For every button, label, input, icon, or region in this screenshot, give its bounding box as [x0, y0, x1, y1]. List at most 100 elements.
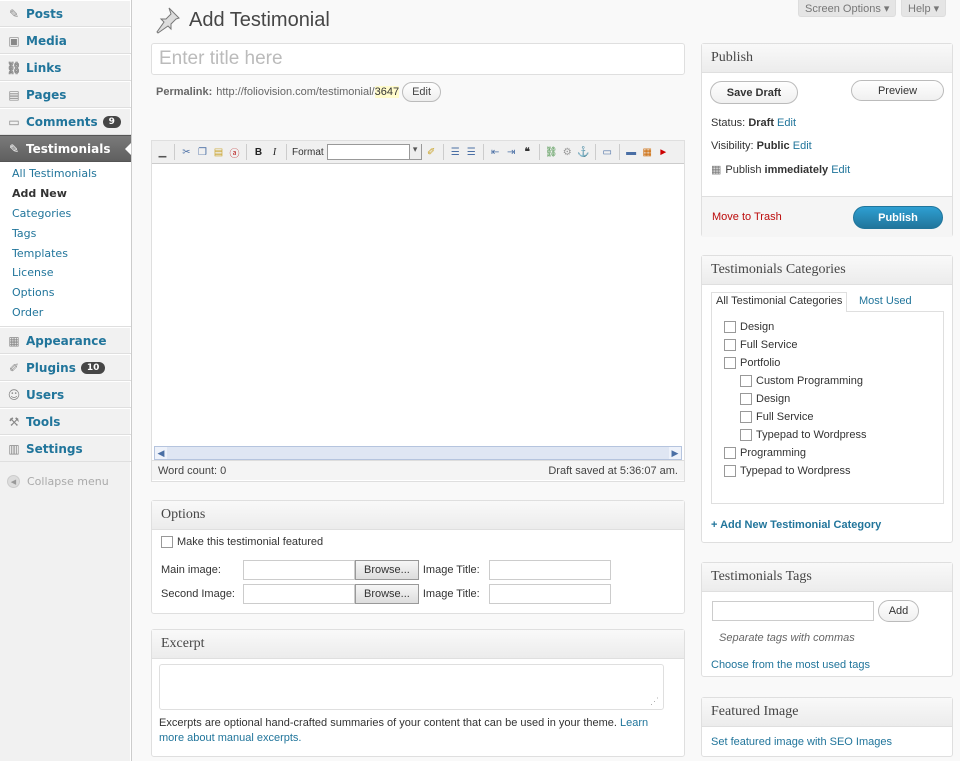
- link-icon[interactable]: ⛓: [545, 146, 558, 159]
- category-checkbox[interactable]: [740, 429, 752, 441]
- tab-all-categories[interactable]: All Testimonial Categories: [711, 292, 848, 312]
- cut-icon[interactable]: ✂: [180, 146, 193, 159]
- collapse-menu-label: Collapse menu: [27, 475, 109, 489]
- category-label: Design: [756, 393, 791, 405]
- sidebar-item-media[interactable]: ▣ Media: [0, 27, 131, 54]
- main-image-browse-button[interactable]: Browse...: [355, 560, 419, 580]
- category-checkbox[interactable]: [724, 465, 736, 477]
- add-tag-button[interactable]: Add: [878, 600, 919, 622]
- paste-word-icon[interactable]: ⓐ: [228, 146, 241, 160]
- submenu-item-templates[interactable]: Templates: [0, 243, 131, 263]
- sidebar-item-testimonials[interactable]: ✎ Testimonials: [0, 135, 131, 162]
- category-checkbox[interactable]: [740, 393, 752, 405]
- category-checkbox[interactable]: [740, 411, 752, 423]
- new-tag-input[interactable]: [712, 601, 874, 621]
- category-checkbox[interactable]: [724, 447, 736, 459]
- sidebar-item-links[interactable]: ⛓ Links: [0, 54, 131, 81]
- outdent-icon[interactable]: ⇤: [489, 146, 502, 159]
- choose-tags-link[interactable]: Choose from the most used tags: [711, 659, 870, 671]
- insert-media-icon[interactable]: ▦: [641, 146, 654, 159]
- italic-icon[interactable]: I: [268, 146, 281, 159]
- permalink-base: http://foliovision.com/testimonial/: [216, 86, 375, 98]
- format-dropdown[interactable]: [326, 144, 422, 160]
- sidebar-item-tools[interactable]: ⚒ Tools: [0, 408, 131, 436]
- second-image-input[interactable]: [243, 584, 355, 604]
- schedule-value: immediately: [764, 163, 829, 176]
- sidebar-item-plugins[interactable]: ✐ Plugins 10: [0, 354, 131, 382]
- submenu-item-categories[interactable]: Categories: [0, 204, 131, 224]
- collapse-menu-button[interactable]: ◀ Collapse menu: [0, 468, 131, 495]
- toolbar-separator: [618, 144, 620, 160]
- visibility-edit-link[interactable]: Edit: [793, 140, 812, 152]
- sidebar-item-posts[interactable]: ✎ Posts: [0, 0, 131, 27]
- tab-most-used-label: Most Used: [859, 295, 912, 307]
- sidebar-item-label: Links: [26, 60, 62, 75]
- unlink-icon[interactable]: ⚙: [561, 146, 574, 159]
- category-checkbox[interactable]: [740, 375, 752, 387]
- ordered-list-icon[interactable]: ☰: [449, 146, 462, 159]
- category-checkbox[interactable]: [724, 357, 736, 369]
- move-to-trash-link[interactable]: Move to Trash: [712, 211, 782, 223]
- sidebar-item-settings[interactable]: ▥ Settings: [0, 435, 131, 463]
- submenu-item-license[interactable]: License: [0, 263, 131, 283]
- category-label: Custom Programming: [756, 375, 863, 387]
- sidebar-item-users[interactable]: ☺ Users: [0, 381, 131, 409]
- tab-most-used[interactable]: Most Used: [859, 295, 912, 307]
- copy-icon[interactable]: ❐: [196, 146, 209, 159]
- preview-button[interactable]: Preview: [851, 80, 944, 101]
- bold-icon[interactable]: B: [252, 146, 265, 159]
- sidebar-item-pages[interactable]: ▤ Pages: [0, 81, 131, 108]
- add-new-category-link[interactable]: + Add New Testimonial Category: [711, 519, 881, 531]
- category-checkbox[interactable]: [724, 339, 736, 351]
- category-label: Typepad to Wordpress: [740, 465, 851, 477]
- editor-horizontal-scrollbar[interactable]: ◀ ▶: [154, 446, 682, 460]
- indent-icon[interactable]: ⇥: [505, 146, 518, 159]
- permalink-slug[interactable]: 3647: [374, 86, 400, 98]
- sidebar-item-label: Appearance: [26, 333, 107, 348]
- screen-options-button[interactable]: Screen Options ▾: [798, 0, 897, 17]
- draft-saved-status: Draft saved at 5:36:07 am.: [548, 464, 678, 477]
- title-input[interactable]: Enter title here: [151, 43, 685, 75]
- plugins-icon: ✐: [8, 360, 20, 375]
- status-label: Status:: [711, 117, 746, 129]
- schedule-edit-link[interactable]: Edit: [831, 164, 850, 176]
- sidebar-item-comments[interactable]: ▭ Comments 9: [0, 108, 131, 135]
- submenu-item-tags[interactable]: Tags: [0, 223, 131, 243]
- image-icon[interactable]: ▬: [625, 146, 638, 159]
- main-image-title-input[interactable]: [488, 560, 611, 580]
- clear-format-icon[interactable]: ✐: [425, 146, 438, 159]
- set-featured-image-link[interactable]: Set featured image with SEO Images: [711, 736, 892, 748]
- submenu-item-order[interactable]: Order: [0, 303, 131, 323]
- featured-checkbox[interactable]: [161, 536, 173, 548]
- toolbar-separator: [482, 144, 484, 160]
- categories-box-title: Testimonials Categories: [702, 256, 952, 285]
- blockquote-icon[interactable]: ❝: [521, 146, 534, 159]
- category-checkbox[interactable]: [724, 321, 736, 333]
- paste-icon[interactable]: ▤: [212, 146, 225, 159]
- second-image-browse-button[interactable]: Browse...: [355, 584, 419, 604]
- resize-handle-icon[interactable]: ⋰: [650, 696, 659, 707]
- publish-button[interactable]: Publish: [853, 206, 943, 229]
- permalink-edit-button[interactable]: Edit: [402, 82, 442, 102]
- submenu-item-all-testimonials[interactable]: All Testimonials: [0, 164, 131, 184]
- submenu-item-add-new[interactable]: Add New: [0, 184, 131, 204]
- youtube-icon[interactable]: ▶: [657, 146, 670, 159]
- publish-box: Publish Save Draft Preview Status: Draft…: [701, 43, 953, 237]
- main-image-row: Main image: Browse... Image Title:: [161, 560, 611, 580]
- unordered-list-icon[interactable]: ☰: [465, 146, 478, 159]
- anchor-icon[interactable]: ⚓: [577, 146, 590, 159]
- main-image-input[interactable]: [243, 560, 355, 580]
- save-draft-button[interactable]: Save Draft: [710, 81, 798, 104]
- sidebar-item-appearance[interactable]: ▦ Appearance: [0, 327, 131, 355]
- excerpt-textarea[interactable]: ⋰: [159, 664, 664, 710]
- horizontal-rule-icon[interactable]: ▭: [601, 146, 614, 159]
- help-button[interactable]: Help ▾: [901, 0, 947, 17]
- editor-content-area[interactable]: [152, 164, 684, 446]
- second-image-title-input[interactable]: [488, 584, 611, 604]
- word-count: Word count: 0: [158, 464, 227, 477]
- sidebar-item-label: Tools: [26, 414, 61, 429]
- scroll-right-icon[interactable]: ▶: [669, 447, 681, 459]
- submenu-item-options[interactable]: Options: [0, 283, 131, 303]
- status-edit-link[interactable]: Edit: [777, 117, 796, 129]
- scroll-left-icon[interactable]: ◀: [155, 447, 167, 459]
